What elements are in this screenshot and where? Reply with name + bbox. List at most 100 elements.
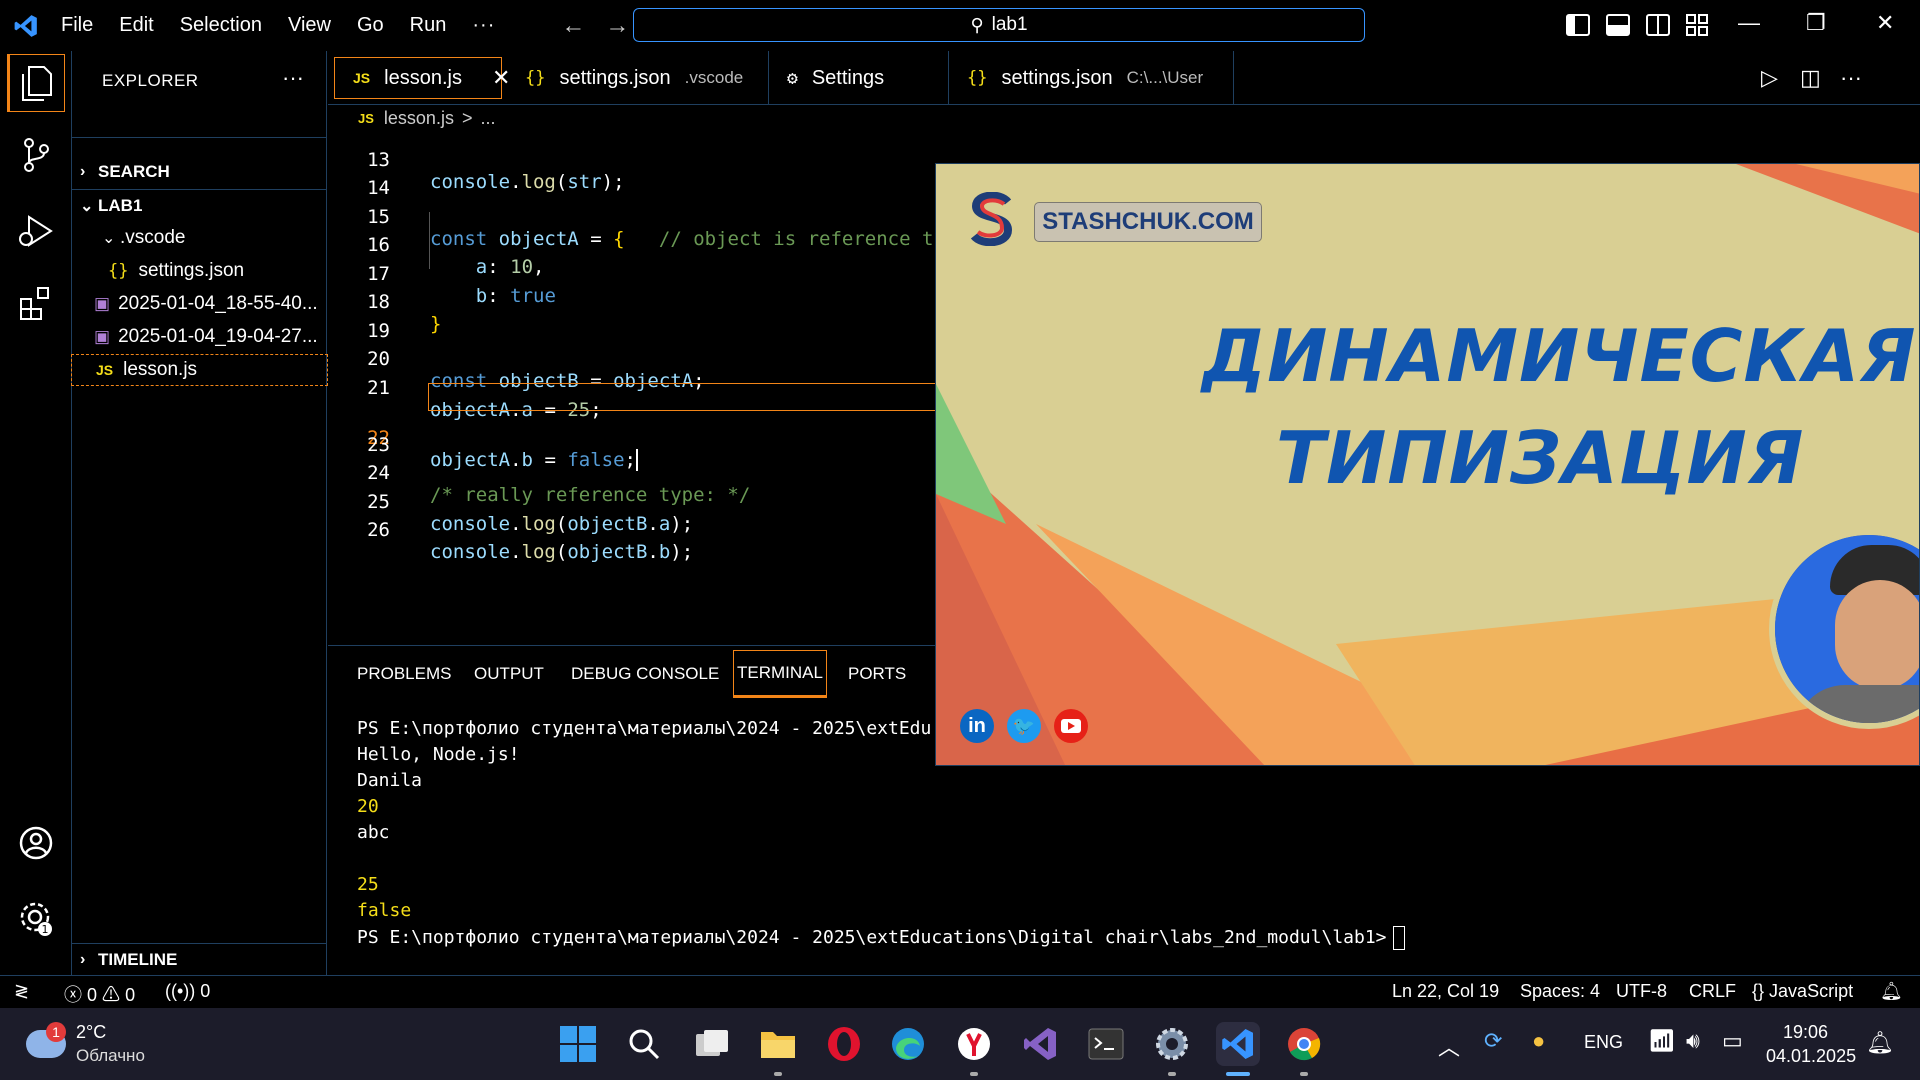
video-overlay[interactable]: STASHCHUK.COM ДИНАМИЧЕСКАЯ ТИПИЗАЦИЯ in … xyxy=(935,163,1920,766)
sync-icon[interactable]: ⟳ xyxy=(1484,1028,1502,1054)
run-debug-icon[interactable] xyxy=(14,209,58,253)
video-headline-2: ТИПИЗАЦИЯ xyxy=(1276,416,1805,500)
tray-overflow-chevron-icon[interactable]: ︿ xyxy=(1438,1030,1460,1062)
language-mode[interactable]: {} JavaScript xyxy=(1752,981,1853,1002)
terminal-line: false xyxy=(357,900,412,921)
restore-icon[interactable]: ❐ xyxy=(1806,10,1826,36)
tray-app-icon[interactable]: ● xyxy=(1532,1028,1545,1054)
breadcrumb-symbol[interactable]: ... xyxy=(480,108,495,129)
editor-more-icon[interactable]: ··· xyxy=(1840,65,1862,91)
twitter-icon[interactable]: 🐦 xyxy=(1007,709,1041,743)
notification-bell-icon[interactable]: 🔔︎ xyxy=(1866,1030,1894,1056)
tab-label: settings.json xyxy=(559,66,671,89)
clock-time[interactable]: 19:06 xyxy=(1783,1022,1828,1043)
source-control-icon[interactable] xyxy=(14,133,58,177)
menu-edit[interactable]: Edit xyxy=(119,14,153,37)
warning-count: 0 xyxy=(125,985,136,1005)
ports-indicator[interactable]: ((•)) 0 xyxy=(165,981,210,1002)
timeline-label: TIMELINE xyxy=(98,950,178,969)
menu-view[interactable]: View xyxy=(288,14,331,37)
search-icon: ⚲ xyxy=(970,14,984,35)
settings-app-icon[interactable] xyxy=(1150,1022,1194,1066)
search-section-header[interactable]: › SEARCH xyxy=(72,157,327,187)
youtube-icon[interactable] xyxy=(1054,709,1088,743)
editor-tabs: JS lesson.js ✕ {} settings.json .vscode … xyxy=(328,51,1920,105)
clock-date[interactable]: 04.01.2025 xyxy=(1766,1046,1856,1067)
toggle-primary-sidebar-icon[interactable] xyxy=(1566,14,1590,36)
line-ending[interactable]: CRLF xyxy=(1689,981,1736,1002)
explorer-more-icon[interactable]: ··· xyxy=(282,65,304,91)
windows-start-icon[interactable] xyxy=(556,1022,600,1066)
input-language[interactable]: ENG xyxy=(1584,1032,1623,1053)
vscode-taskbar-icon[interactable] xyxy=(1216,1022,1260,1066)
toggle-panel-icon[interactable] xyxy=(1606,14,1630,36)
breadcrumb-file[interactable]: lesson.js xyxy=(384,108,454,129)
volume-icon[interactable]: 🔊︎ xyxy=(1686,1028,1700,1054)
divider xyxy=(72,137,327,138)
close-window-icon[interactable]: ✕ xyxy=(1876,10,1894,36)
toggle-secondary-sidebar-icon[interactable] xyxy=(1646,14,1670,36)
command-center-search[interactable]: ⚲ lab1 xyxy=(633,8,1365,42)
menu-more-icon[interactable]: ··· xyxy=(472,14,495,37)
manage-gear-icon[interactable]: 1 xyxy=(14,896,58,940)
split-editor-icon[interactable]: ◫ xyxy=(1800,65,1821,91)
vscode-logo-icon xyxy=(14,14,37,37)
indentation[interactable]: Spaces: 4 xyxy=(1520,981,1600,1002)
minimize-icon[interactable]: — xyxy=(1738,10,1760,36)
panel-tab-terminal[interactable]: TERMINAL xyxy=(733,650,827,698)
tab-settings[interactable]: ⚙ Settings xyxy=(769,51,949,105)
panel-tab-output[interactable]: OUTPUT xyxy=(474,664,544,684)
tree-item-lesson-js[interactable]: JS lesson.js xyxy=(71,354,328,386)
menu-file[interactable]: File xyxy=(61,14,93,37)
chrome-icon[interactable] xyxy=(1282,1022,1326,1066)
tab-settings-json-user[interactable]: {} settings.json C:\...\User xyxy=(949,51,1234,105)
explorer-icon[interactable] xyxy=(7,54,65,112)
notifications-bell-icon[interactable]: 🔔︎ xyxy=(1880,981,1903,1002)
tree-item-settings-json[interactable]: {} settings.json xyxy=(72,256,327,286)
task-view-icon[interactable] xyxy=(690,1022,734,1066)
visual-studio-icon[interactable] xyxy=(1018,1022,1062,1066)
wifi-icon[interactable]: 📶︎ xyxy=(1648,1028,1676,1054)
panel-tab-problems[interactable]: PROBLEMS xyxy=(357,664,451,684)
weather-temperature[interactable]: 2°C xyxy=(76,1022,106,1043)
menu-go[interactable]: Go xyxy=(357,14,384,37)
lesson-js-label: lesson.js xyxy=(123,359,198,380)
encoding[interactable]: UTF-8 xyxy=(1616,981,1667,1002)
video-headline-1: ДИНАМИЧЕСКАЯ xyxy=(1202,314,1917,398)
terminal-prompt[interactable]: PS E:\портфолио студента\материалы\2024 … xyxy=(357,926,1405,950)
cursor-position[interactable]: Ln 22, Col 19 xyxy=(1392,981,1499,1002)
linkedin-icon[interactable]: in xyxy=(960,709,994,743)
timeline-section-header[interactable]: › TIMELINE xyxy=(72,945,327,975)
tree-item-vscode-folder[interactable]: ⌄ .vscode xyxy=(72,223,327,253)
file-explorer-icon[interactable] xyxy=(756,1022,800,1066)
tab-lesson-js[interactable]: JS lesson.js ✕ xyxy=(334,57,510,99)
tree-item-image-2[interactable]: ▣ 2025-01-04_19-04-27... xyxy=(72,322,327,352)
extensions-icon[interactable] xyxy=(14,281,58,325)
yandex-browser-icon[interactable] xyxy=(952,1022,996,1066)
running-indicator xyxy=(1300,1072,1308,1076)
accounts-icon[interactable] xyxy=(14,821,58,865)
customize-layout-icon[interactable] xyxy=(1686,14,1708,36)
edge-icon[interactable] xyxy=(886,1022,930,1066)
tree-item-image-1[interactable]: ▣ 2025-01-04_18-55-40... xyxy=(72,289,327,319)
menu-run[interactable]: Run xyxy=(410,14,447,37)
remote-icon[interactable]: ≷ xyxy=(14,981,29,1002)
opera-icon[interactable] xyxy=(822,1022,866,1066)
back-arrow-icon[interactable]: ← xyxy=(551,12,595,40)
terminal-app-icon[interactable] xyxy=(1084,1022,1128,1066)
menu-selection[interactable]: Selection xyxy=(180,14,262,37)
settings-gear-icon: ⚙ xyxy=(787,67,798,89)
code-line: 14 xyxy=(328,155,940,199)
errors-indicator[interactable]: ⓧ 0 ⚠ 0 xyxy=(64,981,135,1007)
folder-lab1-header[interactable]: ⌄ LAB1 xyxy=(72,191,327,221)
panel-tab-ports[interactable]: PORTS xyxy=(848,664,906,684)
tab-settings-json-vscode[interactable]: {} settings.json .vscode xyxy=(507,51,769,105)
running-indicator xyxy=(774,1072,782,1076)
panel-tab-debug-console[interactable]: DEBUG CONSOLE xyxy=(571,664,719,684)
code-line: 26 console.log(objectB.b); xyxy=(328,497,940,563)
weather-description[interactable]: Облачно xyxy=(76,1046,145,1066)
code-editor[interactable]: 13 console.log(str); 14 15 const objectA… xyxy=(328,137,940,645)
run-file-icon[interactable]: ▷ xyxy=(1761,65,1778,91)
battery-icon[interactable]: ▭ xyxy=(1722,1028,1743,1054)
search-taskbar-icon[interactable] xyxy=(622,1022,666,1066)
